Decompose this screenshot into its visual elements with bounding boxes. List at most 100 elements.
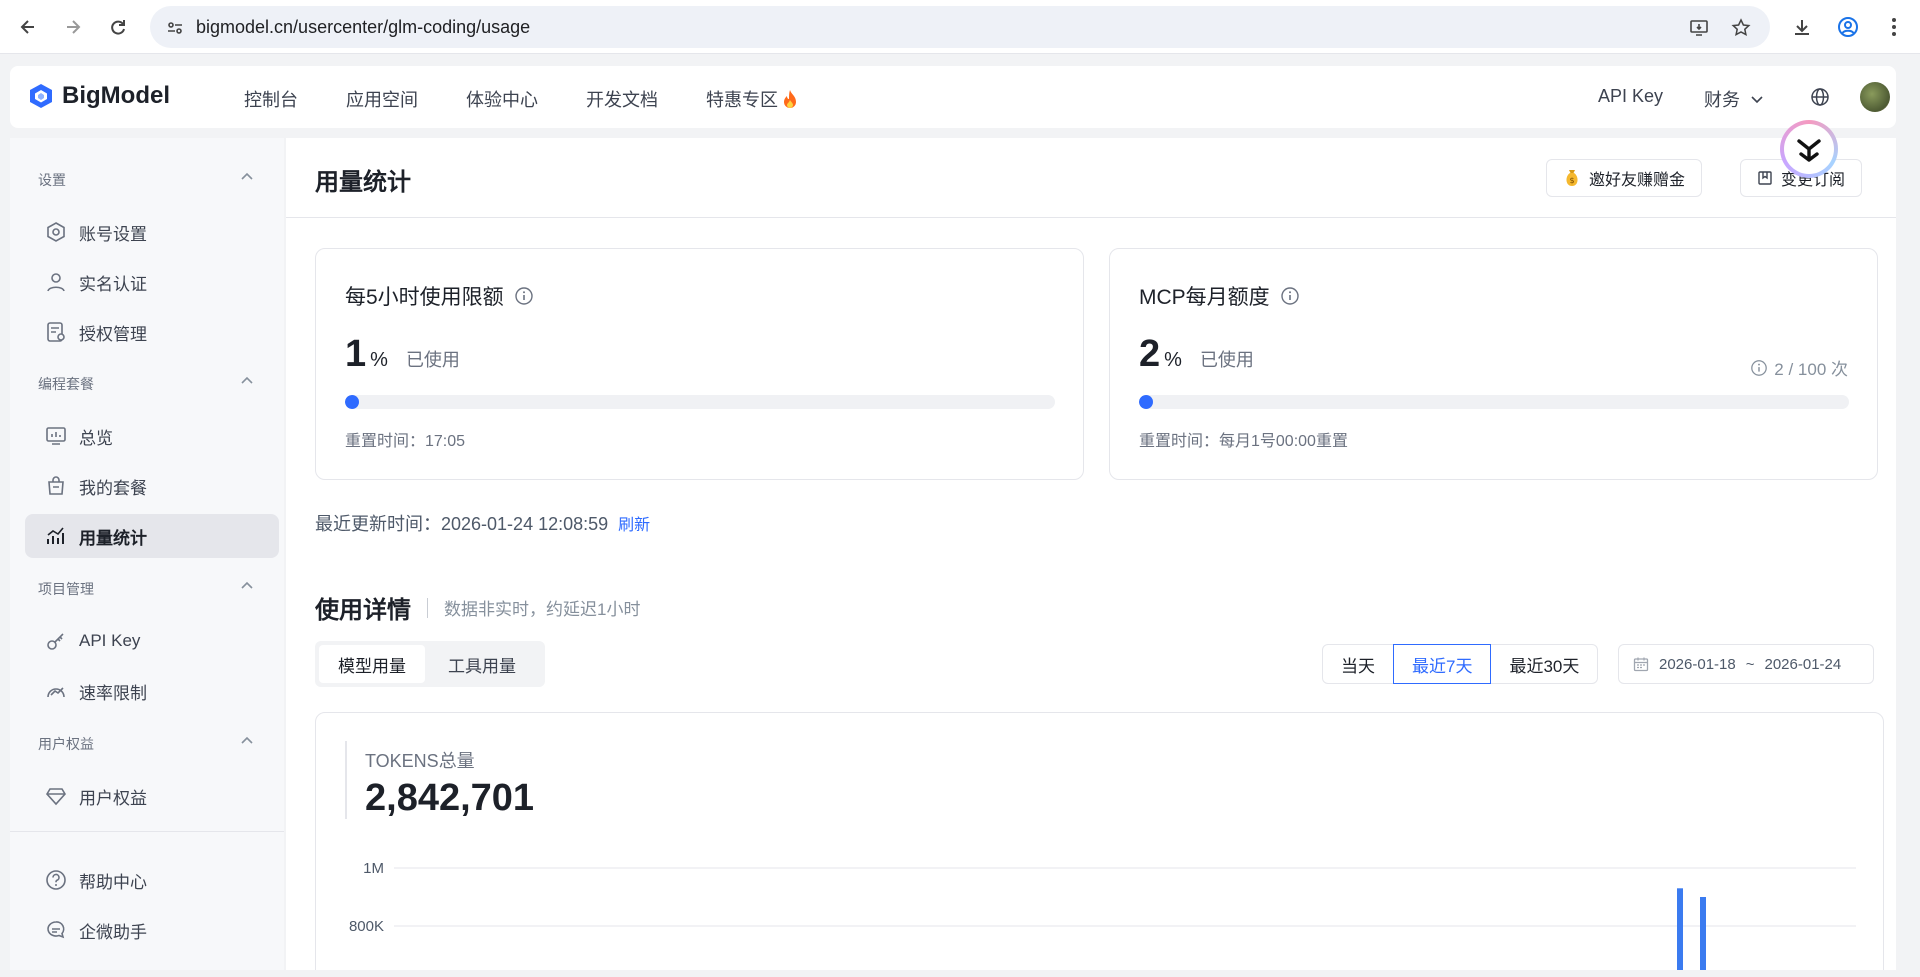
refresh-link[interactable]: 刷新 (618, 511, 650, 535)
usage-used-label: 已使用 (405, 350, 460, 370)
sidebar-item-wecom-assistant[interactable]: 企微助手 (25, 908, 279, 952)
back-icon[interactable] (14, 13, 42, 41)
authorization-icon (47, 322, 65, 342)
sidebar-item-label: 实名认证 (79, 274, 147, 294)
url-text[interactable]: bigmodel.cn/usercenter/glm-coding/usage (196, 17, 530, 38)
token-usage-chart-card: TOKENS总量 2,842,701 1M 800K (315, 712, 1884, 970)
calendar-icon (1633, 657, 1649, 672)
reset-time: 重置时间：17:05 (345, 433, 466, 450)
chevron-up-icon[interactable] (240, 734, 254, 748)
chevron-up-icon[interactable] (240, 170, 254, 184)
range-7-days-button[interactable]: 最近7天 (1393, 644, 1492, 684)
main-content: 用量统计 $ 邀好友赚赠金 变更订阅 每5小时使用限额 1 % 已使用 重置时间… (286, 138, 1896, 970)
key-icon (47, 633, 64, 650)
card-title-text: MCP每月额度 (1139, 286, 1270, 309)
sidebar: 设置 账号设置 实名认证 授权管理 编程套餐 总览 我的套餐 用量统计 项目管理… (10, 138, 284, 970)
nav-dev-docs[interactable]: 开发文档 (586, 86, 658, 112)
section-title: 使用详情 (315, 597, 411, 624)
reload-icon[interactable] (104, 13, 132, 41)
usage-progress-fill (1139, 395, 1154, 409)
five-hour-limit-card: 每5小时使用限额 1 % 已使用 重置时间：17:05 (315, 248, 1084, 480)
quota-count-text: 2 / 100 次 (1774, 360, 1848, 379)
nav-special-offers-label: 特惠专区 (706, 90, 778, 110)
sidebar-item-help-center[interactable]: 帮助中心 (25, 858, 279, 902)
last-updated: 最近更新时间：2026-01-24 12:08:59 刷新 (315, 510, 650, 536)
chevron-up-icon[interactable] (240, 579, 254, 593)
assistant-icon (1784, 124, 1834, 174)
sidebar-item-account-settings[interactable]: 账号设置 (25, 210, 279, 254)
card-title-text: 每5小时使用限额 (345, 286, 504, 309)
sidebar-item-overview[interactable]: 总览 (25, 414, 279, 458)
sidebar-item-api-key[interactable]: API Key (25, 619, 279, 663)
range-30-days-button[interactable]: 最近30天 (1490, 644, 1599, 684)
chart-bar[interactable] (1677, 888, 1683, 970)
menu-kebab-icon[interactable] (1880, 13, 1908, 41)
sidebar-item-label: API Key (79, 631, 141, 650)
info-icon[interactable] (1280, 286, 1300, 306)
profile-icon[interactable] (1834, 13, 1862, 41)
bookmark-star-icon[interactable] (1730, 17, 1752, 39)
sidebar-item-label: 账号设置 (79, 224, 147, 244)
range-today-button[interactable]: 当天 (1322, 644, 1394, 684)
sidebar-item-usage-stats[interactable]: 用量统计 (25, 514, 279, 558)
nav-api-key[interactable]: API Key (1598, 86, 1663, 107)
usage-percent: 1 % 已使用 (345, 333, 460, 376)
chart-y-tick-label: 1M (363, 860, 384, 877)
tab-tool-usage[interactable]: 工具用量 (429, 645, 535, 683)
date-range-picker[interactable]: 2026-01-18 ~ 2026-01-24 (1618, 644, 1874, 684)
settings-icon (47, 222, 65, 242)
chevron-up-icon[interactable] (240, 374, 254, 388)
browser-toolbar: bigmodel.cn/usercenter/glm-coding/usage (0, 0, 1920, 54)
info-icon[interactable] (1750, 359, 1768, 377)
sidebar-item-real-name[interactable]: 实名认证 (25, 260, 279, 304)
usage-progress-bar (1139, 395, 1849, 409)
sidebar-group-user-benefits: 用户权益 (38, 736, 94, 752)
logo[interactable]: BigModel (28, 82, 170, 110)
top-navigation: BigModel 控制台 应用空间 体验中心 开发文档 特惠专区 API Key… (10, 66, 1896, 128)
invite-friends-button[interactable]: $ 邀好友赚赠金 (1546, 159, 1703, 197)
floating-assistant-button[interactable] (1780, 120, 1838, 178)
nav-app-space[interactable]: 应用空间 (346, 86, 418, 112)
usage-percent-value: 1 (345, 333, 367, 375)
info-icon[interactable] (514, 286, 534, 306)
sidebar-item-label: 帮助中心 (79, 872, 147, 892)
section-subtitle: 数据非实时，约延迟1小时 (444, 600, 641, 619)
usage-percent-unit: % (370, 349, 388, 371)
sidebar-item-rate-limit[interactable]: 速率限制 (25, 669, 279, 713)
chevron-down-icon (1751, 96, 1763, 104)
card-title: MCP每月额度 (1139, 281, 1300, 311)
monitor-icon (46, 427, 66, 445)
sidebar-item-label: 用量统计 (79, 528, 147, 548)
site-info-icon[interactable] (164, 17, 186, 39)
sidebar-item-label: 总览 (79, 428, 113, 448)
token-usage-chart: 1M 800K (349, 860, 1856, 970)
sidebar-item-my-plan[interactable]: 我的套餐 (25, 464, 279, 508)
reset-time: 重置时间：每月1号00:00重置 (1139, 433, 1348, 450)
tab-model-usage[interactable]: 模型用量 (319, 645, 425, 683)
user-avatar[interactable] (1860, 82, 1890, 112)
sidebar-item-label: 授权管理 (79, 324, 147, 344)
sidebar-item-label: 速率限制 (79, 683, 147, 703)
fire-icon (784, 90, 796, 108)
nav-finance-label: 财务 (1704, 90, 1740, 110)
mcp-monthly-quota-card: MCP每月额度 2 % 已使用 2 / 100 次 重置时间：每月1号00:00… (1109, 248, 1878, 480)
chart-icon (47, 527, 64, 544)
address-bar[interactable]: bigmodel.cn/usercenter/glm-coding/usage (150, 6, 1770, 48)
logo-icon (30, 84, 52, 108)
page-title: 用量统计 (315, 169, 411, 196)
money-bag-icon: $ (1566, 170, 1578, 186)
sidebar-item-user-benefits[interactable]: 用户权益 (25, 774, 279, 818)
sidebar-item-authorization[interactable]: 授权管理 (25, 310, 279, 354)
nav-console[interactable]: 控制台 (244, 86, 298, 112)
forward-icon[interactable] (59, 13, 87, 41)
download-icon[interactable] (1788, 13, 1816, 41)
nav-special-offers[interactable]: 特惠专区 (706, 86, 798, 112)
last-updated-text: 最近更新时间：2026-01-24 12:08:59 (315, 514, 609, 534)
help-icon (46, 870, 66, 890)
chart-bar[interactable] (1700, 897, 1706, 970)
nav-finance-dropdown[interactable]: 财务 (1704, 86, 1764, 112)
quota-count: 2 / 100 次 (1750, 355, 1848, 380)
globe-icon[interactable] (1810, 87, 1830, 107)
nav-experience-center[interactable]: 体验中心 (466, 86, 538, 112)
install-app-icon[interactable] (1688, 17, 1710, 39)
